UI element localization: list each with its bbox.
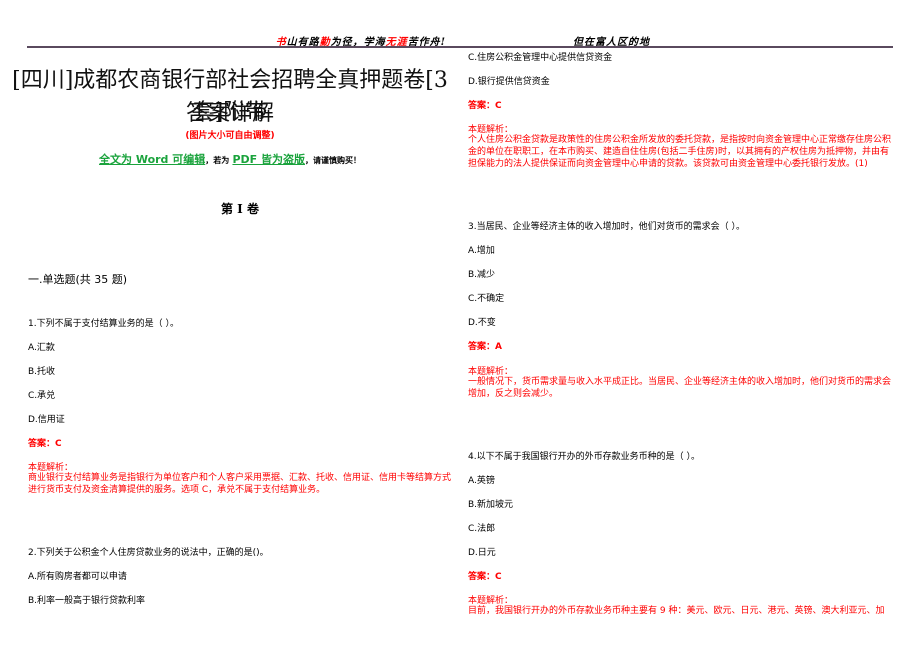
question-option: A.所有购房者都可以申请: [28, 572, 127, 582]
answer-label: 答案：A: [468, 342, 502, 352]
question-option: D.日元: [468, 548, 496, 558]
answer-label: 答案：C: [28, 439, 62, 449]
question-stem: 2.下列关于公积金个人住房贷款业务的说法中，正确的是()。: [28, 548, 269, 558]
edit-notice: 全文为 Word 可编辑，若为 PDF 皆为盗版，请谨慎购买！: [0, 151, 460, 167]
question-stem: 4.以下不属于我国银行开办的外币存款业务币种的是（ ）。: [468, 452, 700, 462]
question-option: C.住房公积金管理中心提供信贷资金: [468, 53, 613, 63]
question-option: D.信用证: [28, 415, 65, 425]
volume-heading: 第 I 卷: [221, 202, 259, 216]
question-stem: 1.下列不属于支付结算业务的是（ ）。: [28, 319, 179, 329]
answer-label: 答案：C: [468, 572, 502, 582]
explanation-text: 目前，我国银行开办的外币存款业务币种主要有 9 种：美元、欧元、日元、港元、英镑…: [468, 606, 885, 616]
notice-text: ，请谨慎购买！: [305, 156, 361, 165]
answer-label: 答案：C: [468, 101, 502, 111]
explanation-text: 一般情况下，货币需求量与收入水平成正比。当居民、企业等经济主体的收入增加时，他们…: [468, 377, 892, 399]
question-option: B.托收: [28, 367, 56, 377]
question-option: C.承兑: [28, 391, 56, 401]
question-option: C.不确定: [468, 294, 505, 304]
pdf-pirated-link[interactable]: PDF 皆为盗版: [232, 153, 305, 166]
right-page: 但在富人区的地 C.住房公积金管理中心提供信贷资金 D.银行提供信贷资金 答案：…: [460, 0, 920, 651]
word-editable-link[interactable]: 全文为 Word 可编辑: [99, 153, 205, 166]
header-divider: [460, 46, 893, 48]
left-page: 书山有路勤为径，学海无涯苦作舟! [四川]成都农商银行部社会招聘全真押题卷[3套…: [0, 0, 460, 651]
question-option: A.增加: [468, 246, 495, 256]
question-option: A.英镑: [468, 476, 495, 486]
question-option: A.汇款: [28, 343, 55, 353]
notice-text: ，若为: [205, 156, 230, 165]
explanation-text: 商业银行支付结算业务是指银行为单位客户和个人客户采用票据、汇款、托收、信用证、信…: [28, 473, 452, 495]
explanation-text: 个人住房公积金贷款是政策性的住房公积金所发放的委托贷款，是指按时向资金管理中心正…: [468, 135, 892, 169]
question-option: B.利率一般高于银行贷款利率: [28, 596, 146, 606]
question-option: C.法郎: [468, 524, 496, 534]
question-option: B.减少: [468, 270, 496, 280]
document-title-line2: 答案详解: [185, 101, 274, 126]
question-option: D.银行提供信贷资金: [468, 77, 550, 87]
question-option: D.不变: [468, 318, 496, 328]
question-option: B.新加坡元: [468, 500, 514, 510]
question-stem: 3.当居民、企业等经济主体的收入增加时，他们对货币的需求会（ ）。: [468, 222, 745, 232]
header-divider: [27, 46, 460, 48]
subtitle-note: (图片大小可自由调整): [185, 131, 275, 141]
section-heading: 一.单选题(共 35 题): [28, 273, 128, 286]
